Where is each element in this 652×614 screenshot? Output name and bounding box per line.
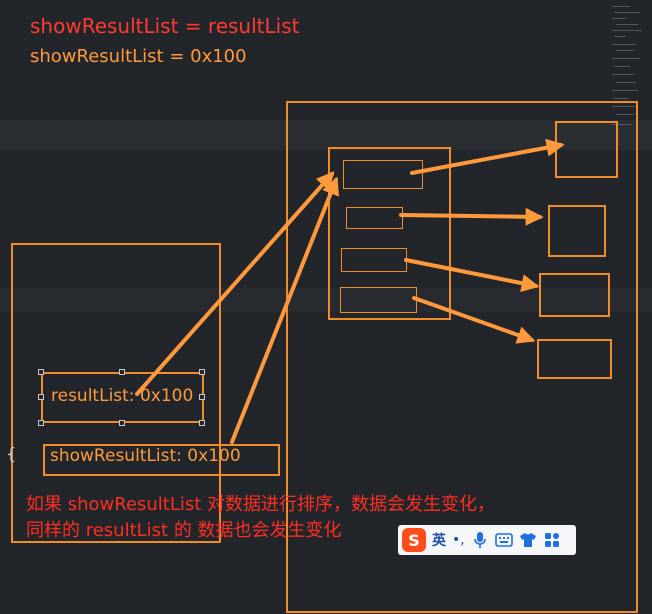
diagram-canvas: showResultList = resultList showResultLi… (0, 0, 652, 614)
arrow-result-list-to-list (135, 171, 335, 396)
arrow-slot1-to-element1 (410, 138, 565, 175)
annotation-line-1: 如果 showResultList 对数据进行排序，数据会发生变化， (26, 494, 496, 515)
grid-icon[interactable] (543, 531, 561, 549)
arrow-slot3-to-element3 (404, 258, 540, 293)
sogou-logo-icon[interactable]: S (402, 528, 426, 552)
ime-punctuation-toggle[interactable]: •, (452, 532, 465, 548)
keyboard-icon[interactable] (494, 531, 513, 549)
annotation-line-2: 同样的 resultList 的 数据也会发生变化 (26, 520, 342, 541)
ime-toolbar[interactable]: S 英 •, (398, 525, 576, 555)
microphone-icon[interactable] (471, 531, 489, 549)
arrow-slot4-to-element4 (412, 296, 536, 344)
ime-language-toggle[interactable]: 英 (432, 530, 446, 550)
shirt-icon[interactable] (519, 531, 537, 549)
arrow-show-result-list-to-list (230, 176, 340, 444)
arrow-slot2-to-element2 (399, 207, 544, 226)
